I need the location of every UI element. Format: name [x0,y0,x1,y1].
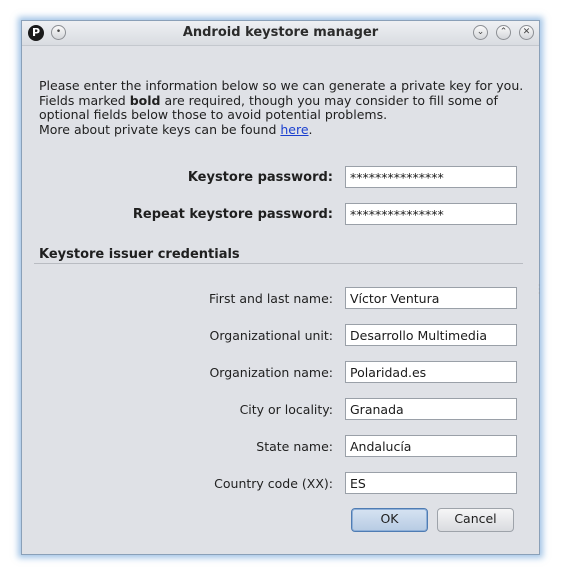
repeat-password-label: Repeat keystore password: [132,207,333,222]
keystore-password-field[interactable] [345,166,517,188]
intro-line-2-post: are required, though you may consider to… [160,92,498,108]
state-name-field[interactable] [345,435,517,457]
country-code-field[interactable] [345,472,517,494]
issuer-section-title: Keystore issuer credentials [39,247,240,262]
organizational-unit-label: Organizational unit: [209,328,333,343]
keystore-password-label: Keystore password: [187,170,333,185]
intro-text: Please enter the information below so we… [39,78,529,138]
repeat-password-field[interactable] [345,203,517,225]
intro-line-1: Please enter the information below so we… [39,78,524,93]
intro-line-2: Fields marked bold are required, though … [39,92,529,109]
intro-line-3: optional fields below those to avoid pot… [39,107,388,122]
city-field[interactable] [345,398,517,420]
chevron-down-icon[interactable]: ⌄ [473,25,488,40]
private-keys-link[interactable]: here [280,122,308,137]
window-title: Android keystore manager [182,25,379,40]
intro-line-4: More about private keys can be found her… [39,121,529,138]
cancel-button[interactable]: Cancel [437,508,514,532]
intro-bold-word: bold [129,92,161,108]
intro-line-2-pre: Fields marked [39,92,130,108]
chevron-up-icon[interactable]: ⌃ [496,25,511,40]
ok-button[interactable]: OK [351,508,428,532]
country-code-label: Country code (XX): [214,476,333,491]
intro-line-4-pre: More about private keys can be found [39,121,281,137]
keystore-dialog: P • Android keystore manager ⌄ ⌃ ✕ Pleas… [21,20,541,555]
close-icon[interactable]: ✕ [519,25,534,40]
city-label: City or locality: [239,402,333,417]
intro-line-4-post: . [308,121,313,137]
title-bar[interactable]: P • Android keystore manager ⌄ ⌃ ✕ [22,21,539,46]
organization-name-label: Organization name: [209,365,333,380]
organization-name-field[interactable] [345,361,517,383]
organizational-unit-field[interactable] [345,324,517,346]
grip-icon[interactable]: · · · [538,282,541,298]
first-last-name-label: First and last name: [209,291,333,306]
section-divider [34,263,523,264]
state-name-label: State name: [256,439,333,454]
first-last-name-field[interactable] [345,287,517,309]
